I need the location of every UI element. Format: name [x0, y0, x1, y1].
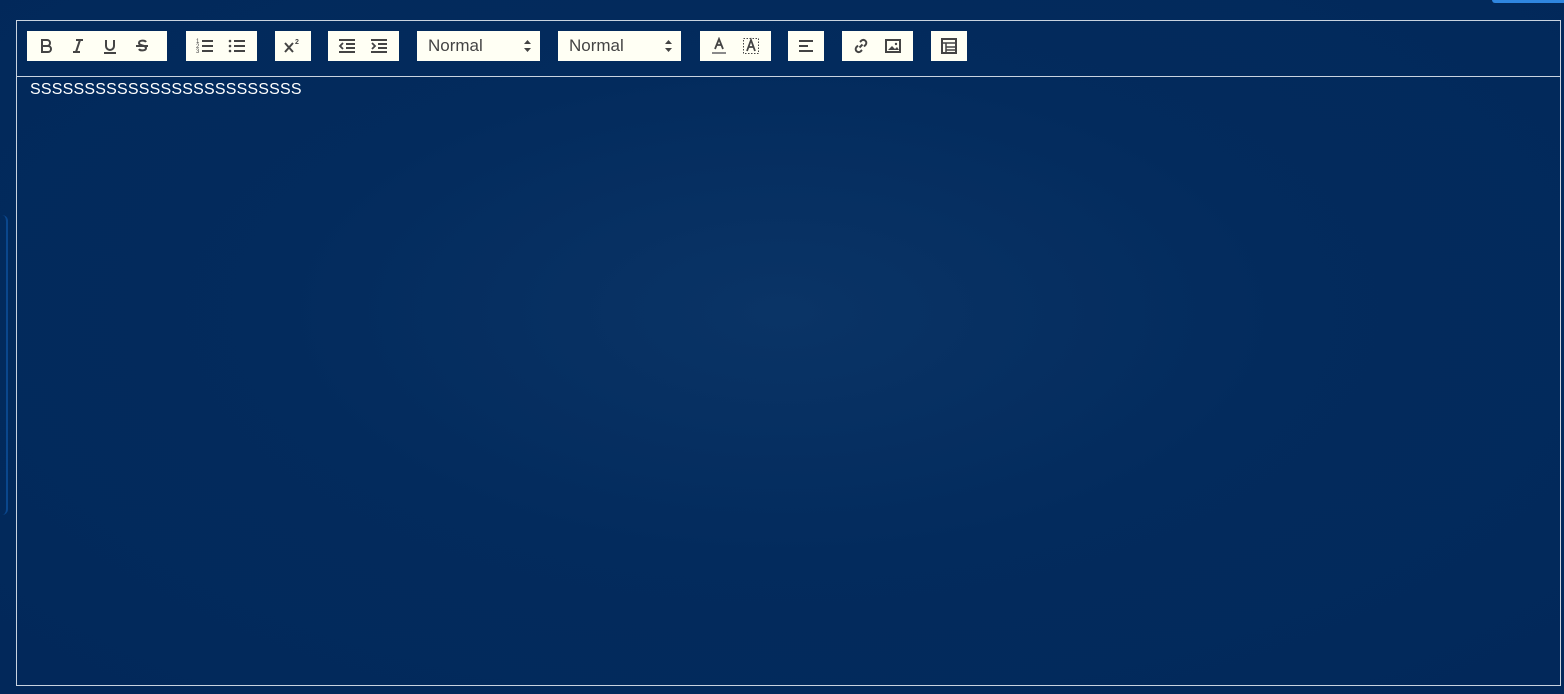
image-button[interactable]: [877, 31, 909, 61]
bullet-list-icon: [228, 39, 245, 53]
align-left-icon: [799, 40, 813, 52]
indent-group: [328, 31, 399, 61]
size-select-value: Normal: [569, 36, 624, 55]
italic-icon: [73, 39, 83, 53]
editor-text: SSSSSSSSSSSSSSSSSSSSSSSSS: [30, 81, 302, 98]
text-color-button[interactable]: [703, 31, 735, 61]
header-select[interactable]: Normal: [417, 31, 540, 61]
outdent-icon: [338, 39, 355, 53]
indent-icon: [371, 39, 387, 53]
underline-button[interactable]: [94, 31, 126, 61]
editor-content[interactable]: SSSSSSSSSSSSSSSSSSSSSSSSS: [17, 77, 1560, 103]
indent-button[interactable]: [363, 31, 395, 61]
background-color-button[interactable]: [735, 31, 767, 61]
left-edge-decoration: [0, 215, 8, 515]
format-group: [27, 31, 167, 61]
link-icon: [854, 38, 868, 54]
select-arrows-icon: [665, 40, 672, 52]
align-group: [788, 31, 824, 61]
superscript-button[interactable]: 2: [277, 31, 309, 61]
align-left-button[interactable]: [790, 31, 822, 61]
color-group: [700, 31, 771, 61]
top-right-accent: [1492, 0, 1564, 3]
strike-icon: [136, 39, 148, 52]
editor-toolbar: 1 2 3 2 Normal Normal: [17, 21, 1560, 77]
table-group: [931, 31, 967, 61]
size-select[interactable]: Normal: [558, 31, 681, 61]
bold-button[interactable]: [30, 31, 62, 61]
link-button[interactable]: [845, 31, 877, 61]
bold-icon: [41, 39, 52, 53]
ordered-list-button[interactable]: 1 2 3: [189, 31, 221, 61]
underline-icon: [104, 40, 116, 54]
list-group: 1 2 3: [186, 31, 257, 61]
ordered-list-icon: 1 2 3: [196, 39, 213, 55]
image-icon: [885, 39, 901, 53]
italic-button[interactable]: [62, 31, 94, 61]
bullet-list-button[interactable]: [221, 31, 253, 61]
script-group: 2: [275, 31, 311, 61]
superscript-icon: 2: [284, 39, 299, 53]
select-arrows-icon: [524, 40, 531, 52]
text-color-icon: [712, 37, 726, 54]
rich-text-editor: 1 2 3 2 Normal Normal SSSSSSSSSSSSSSSSSS…: [16, 20, 1561, 686]
header-select-value: Normal: [428, 36, 483, 55]
table-button[interactable]: [933, 31, 965, 61]
table-icon: [941, 38, 957, 54]
strike-button[interactable]: [126, 31, 158, 61]
page: 1 2 3 2 Normal Normal SSSSSSSSSSSSSSSSSS…: [0, 0, 1564, 694]
background-color-icon: [743, 37, 759, 54]
media-group: [842, 31, 913, 61]
svg-text:3: 3: [196, 49, 200, 55]
outdent-button[interactable]: [331, 31, 363, 61]
svg-text:2: 2: [295, 39, 299, 46]
